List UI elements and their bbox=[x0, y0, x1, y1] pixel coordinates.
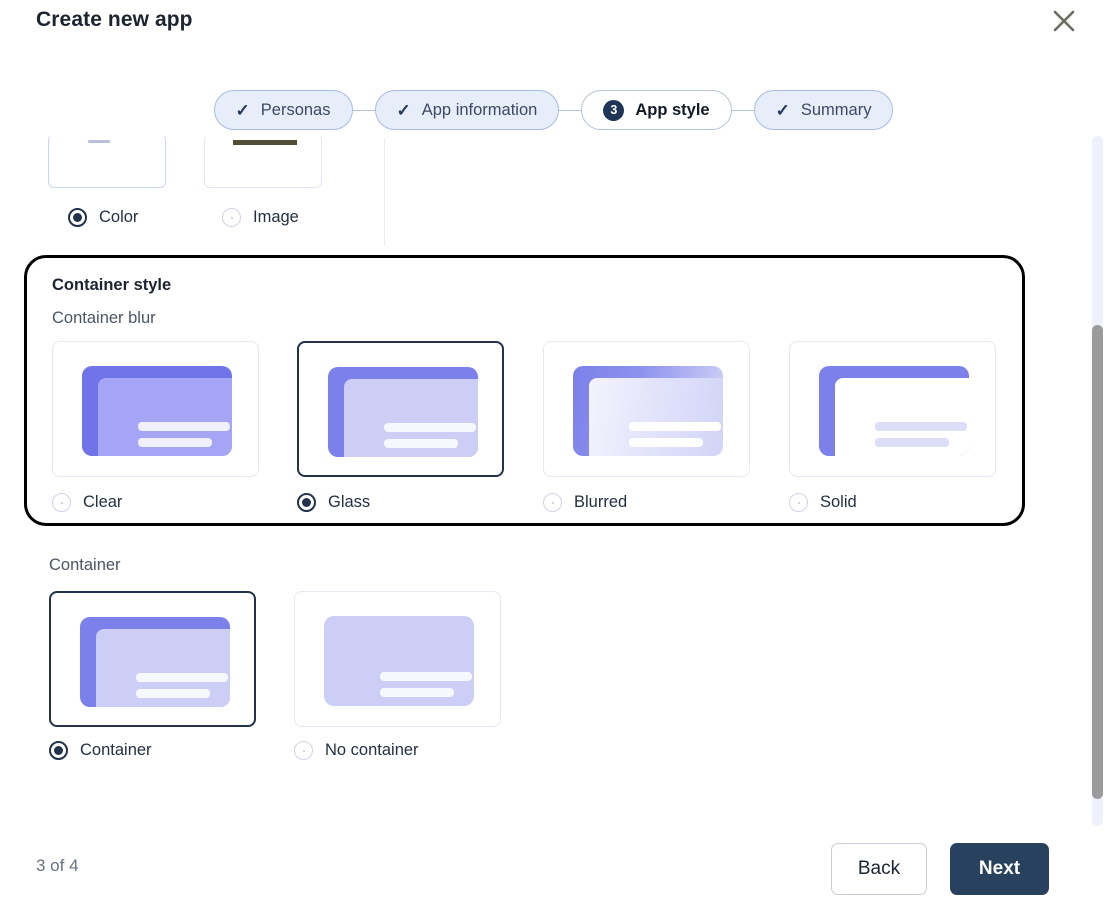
thumbnail-bar bbox=[380, 672, 472, 681]
radio-indicator[interactable] bbox=[222, 208, 241, 227]
step-app-style[interactable]: 3 App style bbox=[581, 90, 732, 130]
radio-option-no-container[interactable]: No container bbox=[294, 741, 419, 760]
preview-thumbnail-glass bbox=[328, 367, 478, 457]
thumbnail-bar bbox=[138, 438, 212, 447]
container-style-heading: Container style bbox=[52, 276, 172, 294]
thumbnail-bar bbox=[629, 438, 703, 447]
preview-thumbnail-clear bbox=[82, 366, 232, 456]
radio-indicator[interactable] bbox=[294, 741, 313, 760]
radio-indicator[interactable] bbox=[52, 493, 71, 512]
background-type-card-color[interactable] bbox=[48, 136, 166, 188]
container-option-card-container[interactable] bbox=[49, 591, 256, 727]
check-icon: ✓ bbox=[396, 100, 411, 120]
thumbnail-line bbox=[88, 140, 110, 143]
step-app-information[interactable]: ✓ App information bbox=[374, 90, 560, 130]
container-blur-label: Container blur bbox=[52, 309, 156, 327]
page-indicator: 3 of 4 bbox=[36, 856, 79, 875]
step-label: Summary bbox=[800, 100, 872, 119]
radio-label: Blurred bbox=[574, 493, 628, 511]
wizard-stepper: ✓ Personas ✓ App information 3 App style… bbox=[0, 90, 1107, 130]
preview-thumbnail-container bbox=[80, 617, 230, 707]
step-label: App style bbox=[635, 100, 710, 119]
radio-indicator[interactable] bbox=[789, 493, 808, 512]
create-new-app-modal: Create new app ✓ Personas ✓ App informat… bbox=[0, 0, 1107, 911]
modal-header: Create new app bbox=[0, 0, 1107, 46]
preview-thumbnail-no-container bbox=[324, 616, 474, 706]
thumbnail-bar bbox=[380, 688, 454, 697]
step-connector bbox=[559, 109, 582, 111]
container-option-card-no-container[interactable] bbox=[294, 591, 501, 727]
radio-label: Image bbox=[253, 208, 299, 226]
step-summary[interactable]: ✓ Summary bbox=[753, 90, 894, 130]
thumbnail-bar bbox=[138, 422, 230, 431]
background-type-section: Color Image bbox=[0, 136, 1085, 248]
step-personas[interactable]: ✓ Personas bbox=[213, 90, 353, 130]
page-title: Create new app bbox=[36, 8, 193, 31]
radio-indicator[interactable] bbox=[68, 208, 87, 227]
thumbnail-bar bbox=[233, 140, 297, 145]
container-style-highlight-group: Container style Container blur Clear Gla… bbox=[24, 255, 1025, 526]
thumbnail-bar bbox=[875, 422, 967, 431]
radio-option-clear[interactable]: Clear bbox=[52, 493, 122, 512]
thumbnail-bar bbox=[875, 438, 949, 447]
step-label: App information bbox=[421, 100, 538, 119]
step-number-badge: 3 bbox=[603, 99, 625, 121]
modal-footer: 3 of 4 Back Next bbox=[0, 826, 1107, 911]
radio-indicator[interactable] bbox=[297, 493, 316, 512]
step-connector bbox=[731, 109, 754, 111]
blur-option-card-solid[interactable] bbox=[789, 341, 996, 477]
next-button[interactable]: Next bbox=[950, 843, 1049, 895]
back-button[interactable]: Back bbox=[831, 843, 927, 895]
radio-option-image[interactable]: Image bbox=[222, 208, 299, 227]
close-icon[interactable] bbox=[1047, 4, 1081, 38]
scrollbar-thumb[interactable] bbox=[1092, 325, 1103, 799]
section-divider bbox=[384, 138, 385, 246]
radio-indicator[interactable] bbox=[543, 493, 562, 512]
thumbnail-bar bbox=[384, 423, 476, 432]
check-icon: ✓ bbox=[235, 100, 250, 120]
step-connector bbox=[352, 109, 375, 111]
blur-option-card-blurred[interactable] bbox=[543, 341, 750, 477]
radio-label: Color bbox=[99, 208, 139, 226]
radio-label: Clear bbox=[83, 493, 123, 511]
radio-label: Solid bbox=[820, 493, 857, 511]
blur-option-card-clear[interactable] bbox=[52, 341, 259, 477]
thumbnail-bar bbox=[136, 689, 210, 698]
thumbnail-bar bbox=[136, 673, 228, 682]
radio-option-color[interactable]: Color bbox=[68, 208, 138, 227]
radio-label: Container bbox=[80, 741, 152, 759]
preview-thumbnail-solid bbox=[819, 366, 969, 456]
blur-option-card-glass[interactable] bbox=[297, 341, 504, 477]
radio-label: No container bbox=[325, 741, 419, 759]
radio-option-glass[interactable]: Glass bbox=[297, 493, 370, 512]
preview-thumbnail-blurred bbox=[573, 366, 723, 456]
modal-scroll-body: Color Image Container style Container bl… bbox=[0, 136, 1107, 826]
radio-label: Glass bbox=[328, 493, 371, 511]
thumbnail-bar bbox=[384, 439, 458, 448]
background-type-card-image[interactable] bbox=[204, 136, 322, 188]
radio-option-container[interactable]: Container bbox=[49, 741, 152, 760]
check-icon: ✓ bbox=[775, 100, 790, 120]
thumbnail-bar bbox=[629, 422, 721, 431]
radio-indicator[interactable] bbox=[49, 741, 68, 760]
radio-option-blurred[interactable]: Blurred bbox=[543, 493, 627, 512]
container-label: Container bbox=[49, 556, 121, 574]
radio-option-solid[interactable]: Solid bbox=[789, 493, 857, 512]
step-label: Personas bbox=[260, 100, 331, 119]
